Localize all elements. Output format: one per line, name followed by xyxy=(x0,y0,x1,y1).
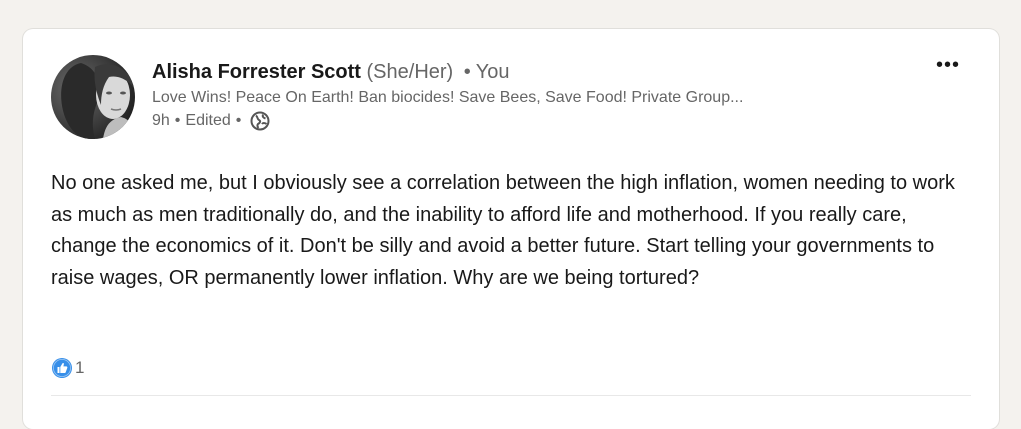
more-options-icon: ••• xyxy=(935,53,960,76)
author-pronouns: (She/Her) xyxy=(366,61,454,83)
reactions-summary[interactable]: 1 xyxy=(52,358,84,378)
divider xyxy=(51,395,971,396)
more-options-button[interactable]: ••• xyxy=(933,53,963,77)
reaction-count: 1 xyxy=(75,358,85,377)
author-name[interactable]: Alisha Forrester Scott xyxy=(152,61,361,83)
relation-label: You xyxy=(475,61,510,83)
author-line: Alisha Forrester Scott (She/Her) • You xyxy=(152,59,912,85)
post-card: Alisha Forrester Scott (She/Her) • You Lo… xyxy=(23,29,999,429)
edited-label: Edited xyxy=(185,112,231,129)
post-header: Alisha Forrester Scott (She/Her) • You Lo… xyxy=(152,59,912,132)
like-icon xyxy=(52,358,72,378)
globe-icon xyxy=(250,111,270,131)
author-avatar[interactable] xyxy=(51,55,135,139)
meta-separator: • xyxy=(235,112,242,129)
post-text: No one asked me, but I obviously see a c… xyxy=(51,172,955,289)
post-meta: 9h • Edited • xyxy=(152,110,912,132)
author-separator: • xyxy=(463,61,471,83)
author-headline: Love Wins! Peace On Earth! Ban biocides!… xyxy=(152,89,744,106)
post-time: 9h xyxy=(152,112,170,129)
meta-separator: • xyxy=(174,112,181,129)
avatar-photo xyxy=(51,55,135,139)
